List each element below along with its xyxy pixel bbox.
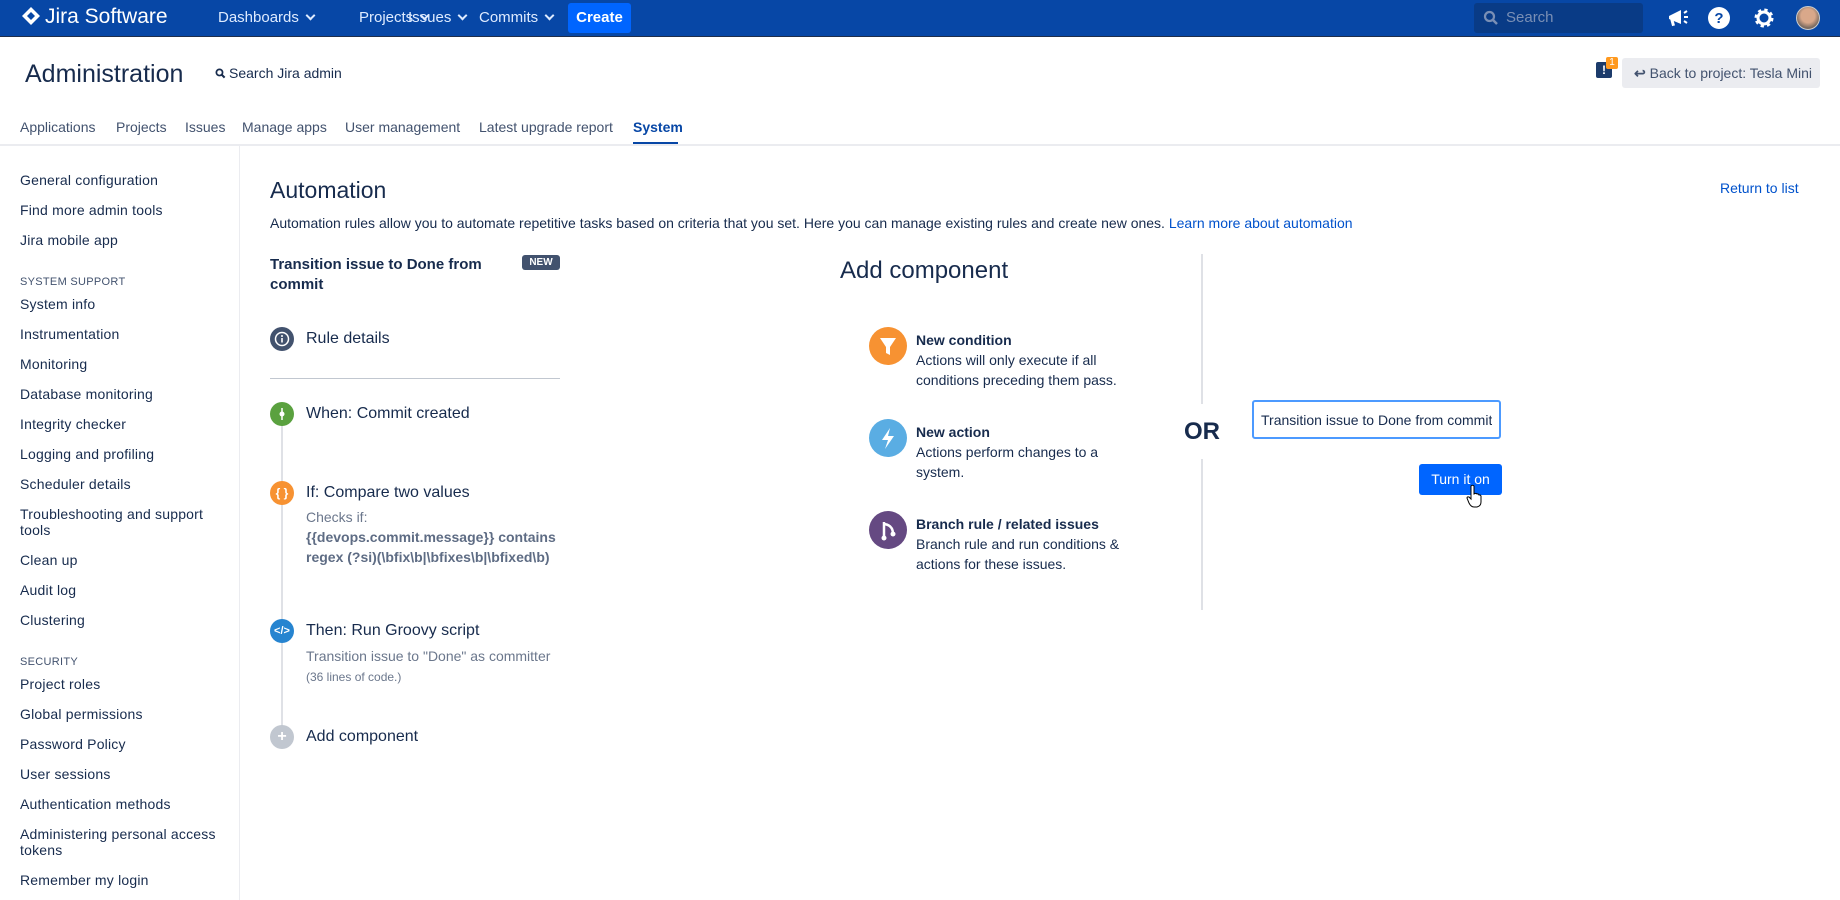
code-icon: </>: [270, 619, 294, 643]
learn-more-link[interactable]: Learn more about automation: [1169, 215, 1353, 231]
nav-issues[interactable]: Issues: [408, 9, 468, 26]
sidebar-item-system-info[interactable]: System info: [20, 296, 95, 312]
page-title: Administration: [25, 60, 184, 88]
lightning-icon: [869, 419, 907, 457]
add-component-title: Add component: [840, 257, 1009, 284]
condition-regex: regex (?si)(\bfix\b|\bfixes\b|\bfixed\b): [306, 549, 550, 565]
chevron-down-icon: [544, 10, 555, 21]
turn-it-on-button[interactable]: Turn it on: [1419, 464, 1502, 495]
chevron-down-icon: [457, 10, 468, 21]
sidebar-item-audit-log[interactable]: Audit log: [20, 582, 76, 598]
action-lines: (36 lines of code.): [306, 670, 402, 684]
sidebar-item-monitoring[interactable]: Monitoring: [20, 356, 87, 372]
flow-line: [281, 420, 283, 740]
info-icon: [270, 327, 294, 351]
automation-title: Automation: [270, 177, 387, 203]
hand-cursor-icon: [1466, 484, 1482, 508]
condition-expression: {{devops.commit.message}} contains: [306, 529, 556, 545]
braces-icon: { }: [270, 481, 294, 505]
add-component-step[interactable]: Add component: [306, 728, 418, 746]
sidebar-divider: [239, 146, 240, 900]
tab-user-management[interactable]: User management: [345, 119, 460, 135]
condition-checks-label: Checks if:: [306, 509, 368, 525]
chevron-down-icon: [305, 10, 316, 21]
sidebar-item-remember-my-login[interactable]: Remember my login: [20, 872, 149, 888]
tab-manage-apps[interactable]: Manage apps: [242, 119, 327, 135]
jira-diamond-icon: [22, 7, 40, 25]
tab-applications[interactable]: Applications: [20, 119, 96, 135]
search-jira-admin[interactable]: Search Jira admin: [215, 65, 342, 81]
tabs-divider: [0, 144, 1840, 146]
or-label: OR: [1184, 418, 1220, 445]
sidebar-item-troubleshooting-and-support-tools[interactable]: Troubleshooting and support tools: [20, 506, 220, 538]
nav-commits[interactable]: Commits: [479, 9, 555, 26]
help-icon[interactable]: ?: [1707, 6, 1731, 30]
tab-projects[interactable]: Projects: [116, 119, 167, 135]
megaphone-icon[interactable]: [1666, 6, 1690, 30]
trigger-step[interactable]: When: Commit created: [306, 405, 470, 423]
sidebar-item-database-monitoring[interactable]: Database monitoring: [20, 386, 153, 402]
top-navigation-bar: Jira Software Dashboards Projects Issues…: [0, 0, 1840, 37]
tab-issues[interactable]: Issues: [185, 119, 225, 135]
sidebar-item-clustering[interactable]: Clustering: [20, 612, 85, 628]
rule-details-link[interactable]: Rule details: [306, 330, 390, 348]
or-divider-bottom: [1201, 459, 1203, 610]
sidebar-heading-system-support: SYSTEM SUPPORT: [20, 276, 126, 288]
or-divider-top: [1201, 254, 1203, 404]
action-description: Transition issue to "Done" as committer: [306, 648, 551, 664]
search-icon: [1483, 10, 1498, 25]
gear-icon[interactable]: [1752, 6, 1776, 30]
new-badge: NEW: [522, 255, 560, 270]
back-arrow-icon: ↩: [1634, 65, 1646, 81]
filter-icon: [869, 327, 907, 365]
add-icon: +: [270, 725, 294, 749]
sidebar-item-scheduler-details[interactable]: Scheduler details: [20, 476, 131, 492]
sidebar-item-instrumentation[interactable]: Instrumentation: [20, 326, 120, 342]
nav-dashboards[interactable]: Dashboards: [218, 9, 316, 26]
commit-icon: [270, 402, 294, 426]
sidebar-item-jira-mobile-app[interactable]: Jira mobile app: [20, 232, 118, 248]
sidebar-item-user-sessions[interactable]: User sessions: [20, 766, 111, 782]
sidebar-item-password-policy[interactable]: Password Policy: [20, 736, 126, 752]
sidebar-item-clean-up[interactable]: Clean up: [20, 552, 78, 568]
search-input[interactable]: Search: [1474, 3, 1643, 33]
condition-step[interactable]: If: Compare two values: [306, 484, 470, 502]
sidebar-heading-security: SECURITY: [20, 656, 79, 668]
svg-text:?: ?: [1714, 10, 1723, 27]
jira-logo[interactable]: Jira Software: [21, 5, 168, 29]
return-to-list-link[interactable]: Return to list: [1720, 180, 1799, 196]
tab-latest-upgrade-report[interactable]: Latest upgrade report: [479, 119, 613, 135]
create-button[interactable]: Create: [568, 3, 631, 33]
action-step[interactable]: Then: Run Groovy script: [306, 622, 479, 640]
rule-divider: [270, 378, 560, 379]
rule-name-input[interactable]: [1252, 400, 1501, 439]
notification-badge: 1: [1606, 57, 1618, 69]
rule-name: Transition issue to Done from commit: [270, 256, 482, 293]
sidebar-item-global-permissions[interactable]: Global permissions: [20, 706, 143, 722]
sidebar-item-general-configuration[interactable]: General configuration: [20, 172, 158, 188]
sidebar-item-find-more-admin-tools[interactable]: Find more admin tools: [20, 202, 163, 218]
sidebar-item-authentication-methods[interactable]: Authentication methods: [20, 796, 171, 812]
tab-system[interactable]: System: [633, 119, 683, 135]
sidebar-item-logging-and-profiling[interactable]: Logging and profiling: [20, 446, 154, 462]
branch-icon: [869, 511, 907, 549]
sidebar-item-project-roles[interactable]: Project roles: [20, 676, 100, 692]
sidebar-item-administering-personal-access-tokens[interactable]: Administering personal access tokens: [20, 826, 220, 858]
search-icon: [215, 68, 226, 79]
avatar[interactable]: [1796, 6, 1820, 30]
sidebar-item-integrity-checker[interactable]: Integrity checker: [20, 416, 126, 432]
automation-description: Automation rules allow you to automate r…: [270, 215, 1353, 231]
back-to-project-button[interactable]: ↩ Back to project: Tesla Mini: [1622, 58, 1820, 88]
